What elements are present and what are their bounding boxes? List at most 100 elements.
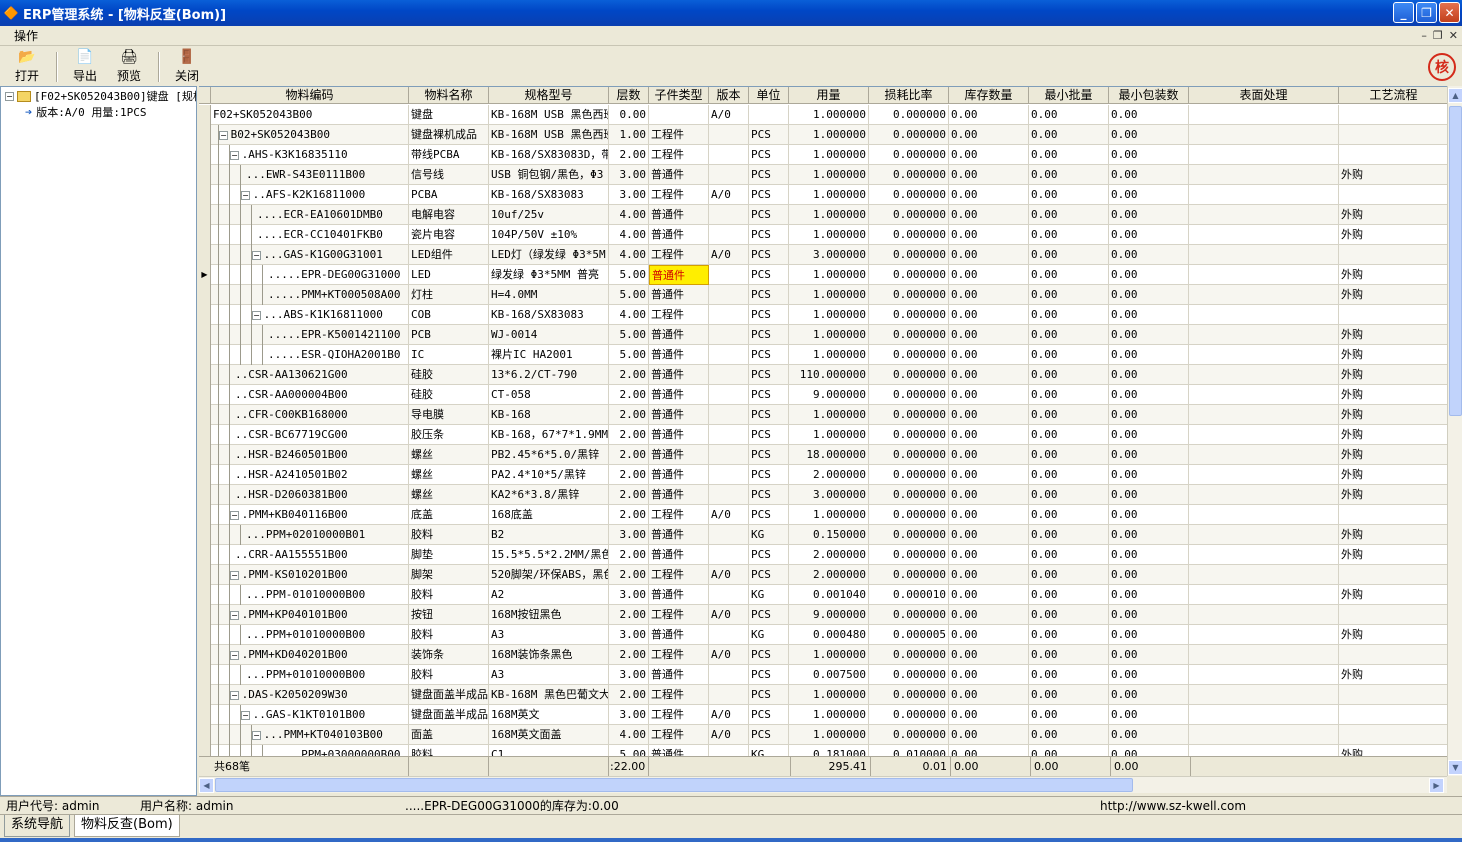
cell-3[interactable]: 5.00 bbox=[609, 265, 649, 285]
cell-9[interactable]: 0.00 bbox=[949, 125, 1029, 145]
cell-8[interactable]: 0.000000 bbox=[869, 245, 949, 265]
row-indicator[interactable] bbox=[199, 245, 211, 265]
cell-7[interactable]: 1.000000 bbox=[789, 645, 869, 665]
cell-2[interactable]: LED灯（绿发绿 Φ3*5M bbox=[489, 245, 609, 265]
cell-10[interactable]: 0.00 bbox=[1029, 145, 1109, 165]
cell-5[interactable] bbox=[709, 485, 749, 505]
column-header[interactable]: 规格型号 bbox=[489, 87, 609, 104]
cell-2[interactable]: 10uf/25v bbox=[489, 205, 609, 225]
cell-13[interactable]: 外购 bbox=[1339, 445, 1447, 465]
cell-7[interactable]: 1.000000 bbox=[789, 405, 869, 425]
cell-8[interactable]: 0.000000 bbox=[869, 525, 949, 545]
cell-12[interactable] bbox=[1189, 265, 1339, 285]
table-row[interactable]: .B02+SK052043B00− 键盘裸机成品 KB-168M USB 黑色西班 1… bbox=[199, 125, 1447, 145]
cell-0[interactable]: ..CRR-AA155551B00 bbox=[211, 545, 409, 565]
cell-0[interactable]: ..HSR-D2060381B00 bbox=[211, 485, 409, 505]
cell-12[interactable] bbox=[1189, 665, 1339, 685]
export-button[interactable]: 📄 导出 bbox=[64, 49, 106, 85]
cell-12[interactable] bbox=[1189, 165, 1339, 185]
cell-2[interactable]: KB-168 bbox=[489, 405, 609, 425]
row-indicator[interactable] bbox=[199, 565, 211, 585]
cell-6[interactable]: PCS bbox=[749, 645, 789, 665]
cell-10[interactable]: 0.00 bbox=[1029, 545, 1109, 565]
cell-3[interactable]: 3.00 bbox=[609, 665, 649, 685]
cell-3[interactable]: 2.00 bbox=[609, 545, 649, 565]
cell-6[interactable]: PCS bbox=[749, 145, 789, 165]
column-header[interactable]: 层数 bbox=[609, 87, 649, 104]
preview-button[interactable]: 🖨 预览 bbox=[108, 49, 150, 85]
cell-13[interactable]: 外购 bbox=[1339, 285, 1447, 305]
cell-2[interactable]: KB-168M 黑色巴葡文大 bbox=[489, 685, 609, 705]
vertical-scrollbar[interactable]: ▲ ▼ bbox=[1447, 86, 1462, 776]
mdi-restore-icon[interactable]: ❐ bbox=[1433, 29, 1443, 42]
cell-9[interactable]: 0.00 bbox=[949, 145, 1029, 165]
cell-0[interactable]: ..PMM+KB040116B00 bbox=[211, 505, 409, 525]
table-row[interactable]: ....ECR-CC10401FKB0 瓷片电容 104P/50V ±10% 4.00… bbox=[199, 225, 1447, 245]
cell-11[interactable]: 0.00 bbox=[1109, 625, 1189, 645]
cell-4[interactable]: 普通件 bbox=[649, 525, 709, 545]
table-row[interactable]: ....GAS-K1G00G31001− LED组件 LED灯（绿发绿 Φ3*5M 4… bbox=[199, 245, 1447, 265]
table-row[interactable]: ..PMM+KP040101B00− 按钮 168M按钮黑色 2.00 工程件 A/0 PC… bbox=[199, 605, 1447, 625]
cell-5[interactable]: A/0 bbox=[709, 105, 749, 125]
cell-4[interactable] bbox=[649, 105, 709, 125]
cell-7[interactable]: 1.000000 bbox=[789, 345, 869, 365]
cell-1[interactable]: 胶料 bbox=[409, 745, 489, 756]
cell-11[interactable]: 0.00 bbox=[1109, 445, 1189, 465]
cell-10[interactable]: 0.00 bbox=[1029, 625, 1109, 645]
cell-13[interactable]: 外购 bbox=[1339, 365, 1447, 385]
cell-5[interactable] bbox=[709, 545, 749, 565]
cell-9[interactable]: 0.00 bbox=[949, 105, 1029, 125]
cell-8[interactable]: 0.000000 bbox=[869, 645, 949, 665]
collapse-icon[interactable]: − bbox=[230, 651, 239, 660]
cell-1[interactable]: 键盘面盖半成品 bbox=[409, 705, 489, 725]
cell-0[interactable]: ..DAS-K2050209W30 bbox=[211, 685, 409, 705]
cell-2[interactable]: 168底盖 bbox=[489, 505, 609, 525]
cell-1[interactable]: 硅胶 bbox=[409, 385, 489, 405]
table-row[interactable]: ..CSR-AA130621G00 硅胶 13*6.2/CT-790 2.00 普通件 P… bbox=[199, 365, 1447, 385]
cell-1[interactable]: 脚垫 bbox=[409, 545, 489, 565]
cell-1[interactable]: 胶料 bbox=[409, 525, 489, 545]
cell-5[interactable]: A/0 bbox=[709, 185, 749, 205]
cell-1[interactable]: 按钮 bbox=[409, 605, 489, 625]
cell-0[interactable]: ..PMM-KS010201B00 bbox=[211, 565, 409, 585]
cell-8[interactable]: 0.000000 bbox=[869, 185, 949, 205]
cell-1[interactable]: 胶料 bbox=[409, 585, 489, 605]
cell-2[interactable]: C1 bbox=[489, 745, 609, 756]
cell-12[interactable] bbox=[1189, 245, 1339, 265]
cell-4[interactable]: 普通件 bbox=[649, 345, 709, 365]
cell-4[interactable]: 工程件 bbox=[649, 685, 709, 705]
collapse-icon[interactable]: − bbox=[252, 311, 261, 320]
cell-1[interactable]: COB bbox=[409, 305, 489, 325]
scroll-down-icon[interactable]: ▼ bbox=[1448, 760, 1462, 775]
cell-8[interactable]: 0.000000 bbox=[869, 685, 949, 705]
table-row[interactable]: .....PMM+KT000508A00 灯柱 H=4.0MM 5.00 普通件 PCS 1… bbox=[199, 285, 1447, 305]
scroll-right-icon[interactable]: ▶ bbox=[1429, 778, 1444, 793]
cell-5[interactable]: A/0 bbox=[709, 645, 749, 665]
collapse-icon[interactable]: − bbox=[230, 611, 239, 620]
cell-9[interactable]: 0.00 bbox=[949, 725, 1029, 745]
maximize-button[interactable]: ❐ bbox=[1416, 2, 1437, 23]
cell-11[interactable]: 0.00 bbox=[1109, 705, 1189, 725]
cell-8[interactable]: 0.000000 bbox=[869, 565, 949, 585]
cell-10[interactable]: 0.00 bbox=[1029, 365, 1109, 385]
table-row[interactable]: ..DAS-K2050209W30− 键盘面盖半成品 KB-168M 黑色巴葡文大 2… bbox=[199, 685, 1447, 705]
cell-1[interactable]: 灯柱 bbox=[409, 285, 489, 305]
cell-7[interactable]: 2.000000 bbox=[789, 465, 869, 485]
cell-13[interactable] bbox=[1339, 605, 1447, 625]
row-indicator[interactable] bbox=[199, 285, 211, 305]
cell-9[interactable]: 0.00 bbox=[949, 285, 1029, 305]
table-row[interactable]: ..PMM+KD040201B00− 装饰条 168M装饰条黑色 2.00 工程件 A/0… bbox=[199, 645, 1447, 665]
cell-1[interactable]: LED bbox=[409, 265, 489, 285]
cell-6[interactable]: PCS bbox=[749, 305, 789, 325]
collapse-icon[interactable]: − bbox=[241, 191, 250, 200]
cell-12[interactable] bbox=[1189, 425, 1339, 445]
collapse-icon[interactable]: − bbox=[241, 711, 250, 720]
cell-2[interactable]: KA2*6*3.8/黑锌 bbox=[489, 485, 609, 505]
tab-system-nav[interactable]: 系统导航 bbox=[4, 815, 71, 837]
cell-9[interactable]: 0.00 bbox=[949, 185, 1029, 205]
cell-6[interactable]: KG bbox=[749, 745, 789, 756]
cell-3[interactable]: 2.00 bbox=[609, 505, 649, 525]
cell-2[interactable]: 15.5*5.5*2.2MM/黑色硅 bbox=[489, 545, 609, 565]
cell-6[interactable]: PCS bbox=[749, 545, 789, 565]
cell-11[interactable]: 0.00 bbox=[1109, 265, 1189, 285]
